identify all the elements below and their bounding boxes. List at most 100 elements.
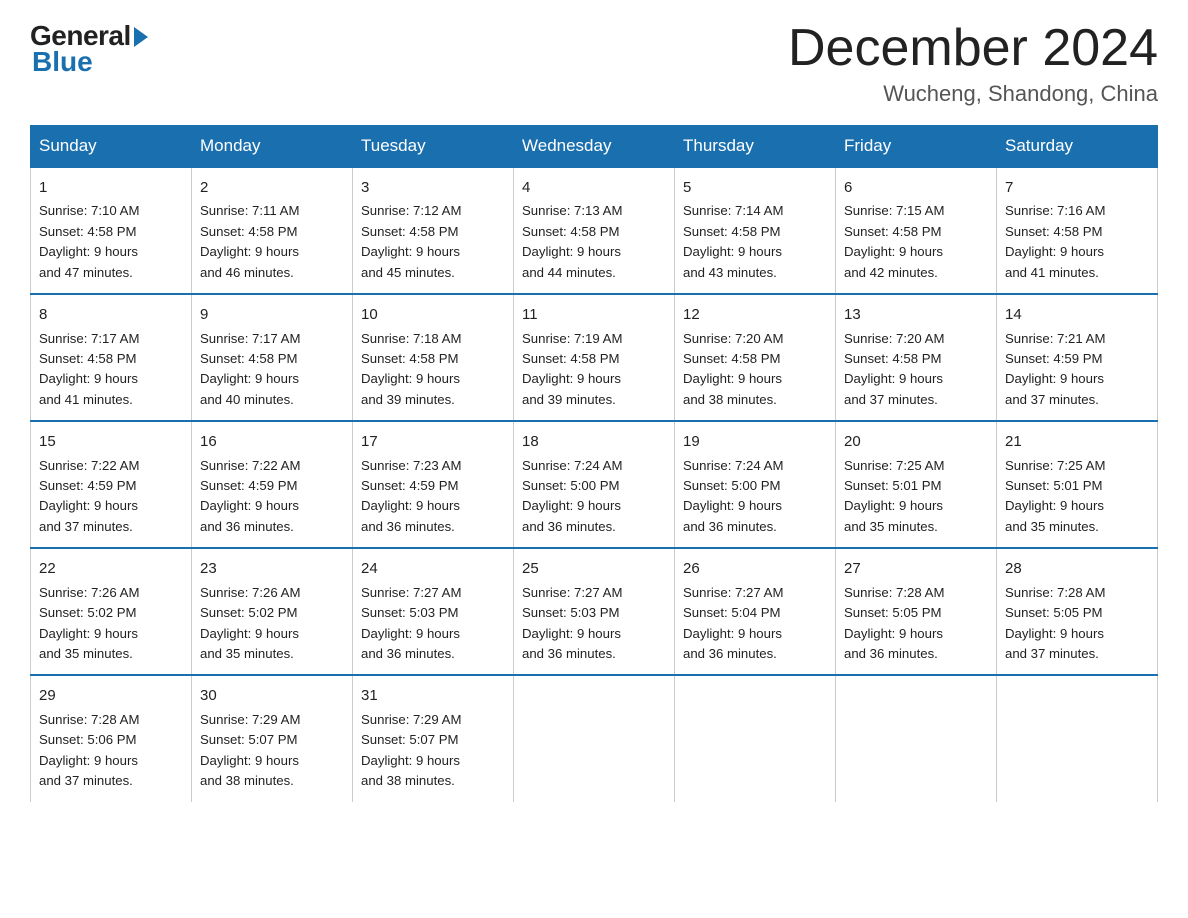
calendar-cell [675,675,836,801]
day-number: 26 [683,557,827,580]
day-info: Sunrise: 7:27 AMSunset: 5:03 PMDaylight:… [522,583,666,665]
calendar-table: SundayMondayTuesdayWednesdayThursdayFrid… [30,125,1158,801]
calendar-cell: 20 Sunrise: 7:25 AMSunset: 5:01 PMDayligh… [836,421,997,548]
calendar-cell: 16Sunrise: 7:22 AMSunset: 4:59 PMDayligh… [192,421,353,548]
day-number: 19 [683,430,827,453]
day-info: Sunrise: 7:23 AMSunset: 4:59 PMDaylight:… [361,456,505,538]
day-number: 2 [200,176,344,199]
header-day-sunday: Sunday [31,126,192,168]
day-info: Sunrise: 7:22 AMSunset: 4:59 PMDaylight:… [200,456,344,538]
day-info: Sunrise: 7:28 AMSunset: 5:05 PMDaylight:… [844,583,988,665]
month-year: December 2024 [788,20,1158,77]
calendar-cell: 24 Sunrise: 7:27 AMSunset: 5:03 PMDayligh… [353,548,514,675]
day-number: 17 [361,430,505,453]
calendar-cell: 28 Sunrise: 7:28 AMSunset: 5:05 PMDayligh… [997,548,1158,675]
calendar-cell: 10 Sunrise: 7:18 AMSunset: 4:58 PMDayligh… [353,294,514,421]
day-number: 15 [39,430,183,453]
day-info: Sunrise: 7:13 AMSunset: 4:58 PMDaylight:… [522,201,666,283]
day-number: 8 [39,303,183,326]
day-info: Sunrise: 7:12 AMSunset: 4:58 PMDaylight:… [361,201,505,283]
day-number: 20 [844,430,988,453]
day-number: 5 [683,176,827,199]
day-info: Sunrise: 7:29 AMSunset: 5:07 PMDaylight:… [200,710,344,792]
day-info: Sunrise: 7:14 AMSunset: 4:58 PMDaylight:… [683,201,827,283]
calendar-cell: 21Sunrise: 7:25 AMSunset: 5:01 PMDayligh… [997,421,1158,548]
calendar-cell: 2Sunrise: 7:11 AMSunset: 4:58 PMDaylight… [192,167,353,294]
day-number: 29 [39,684,183,707]
calendar-cell: 3Sunrise: 7:12 AMSunset: 4:58 PMDaylight… [353,167,514,294]
day-number: 12 [683,303,827,326]
day-info: Sunrise: 7:22 AMSunset: 4:59 PMDaylight:… [39,456,183,538]
day-number: 7 [1005,176,1149,199]
day-number: 13 [844,303,988,326]
calendar-week-2: 8 Sunrise: 7:17 AMSunset: 4:58 PMDaylight… [31,294,1158,421]
day-info: Sunrise: 7:26 AMSunset: 5:02 PMDaylight:… [39,583,183,665]
calendar-cell [836,675,997,801]
calendar-cell: 15 Sunrise: 7:22 AMSunset: 4:59 PMDayligh… [31,421,192,548]
day-info: Sunrise: 7:16 AMSunset: 4:58 PMDaylight:… [1005,201,1149,283]
calendar-cell: 18Sunrise: 7:24 AMSunset: 5:00 PMDayligh… [514,421,675,548]
calendar-cell: 22 Sunrise: 7:26 AMSunset: 5:02 PMDayligh… [31,548,192,675]
day-info: Sunrise: 7:27 AMSunset: 5:04 PMDaylight:… [683,583,827,665]
calendar-cell: 13 Sunrise: 7:20 AMSunset: 4:58 PMDayligh… [836,294,997,421]
calendar-cell: 5Sunrise: 7:14 AMSunset: 4:58 PMDaylight… [675,167,836,294]
calendar-week-1: 1Sunrise: 7:10 AMSunset: 4:58 PMDaylight… [31,167,1158,294]
day-info: Sunrise: 7:25 AMSunset: 5:01 PMDaylight:… [844,456,988,538]
day-number: 23 [200,557,344,580]
calendar-cell: 1Sunrise: 7:10 AMSunset: 4:58 PMDaylight… [31,167,192,294]
day-number: 28 [1005,557,1149,580]
logo-blue: Blue [30,46,93,78]
day-number: 27 [844,557,988,580]
header-day-tuesday: Tuesday [353,126,514,168]
day-info: Sunrise: 7:28 AMSunset: 5:06 PMDaylight:… [39,710,183,792]
day-number: 4 [522,176,666,199]
calendar-cell [514,675,675,801]
day-number: 9 [200,303,344,326]
header-day-friday: Friday [836,126,997,168]
calendar-cell: 7Sunrise: 7:16 AMSunset: 4:58 PMDaylight… [997,167,1158,294]
calendar-cell: 8 Sunrise: 7:17 AMSunset: 4:58 PMDaylight… [31,294,192,421]
calendar-cell: 19 Sunrise: 7:24 AMSunset: 5:00 PMDayligh… [675,421,836,548]
page-header: General Blue December 2024 Wucheng, Shan… [30,20,1158,107]
day-number: 6 [844,176,988,199]
calendar-cell: 9 Sunrise: 7:17 AMSunset: 4:58 PMDaylight… [192,294,353,421]
calendar-week-3: 15 Sunrise: 7:22 AMSunset: 4:59 PMDayligh… [31,421,1158,548]
calendar-week-4: 22 Sunrise: 7:26 AMSunset: 5:02 PMDayligh… [31,548,1158,675]
day-info: Sunrise: 7:15 AMSunset: 4:58 PMDaylight:… [844,201,988,283]
calendar-cell: 23Sunrise: 7:26 AMSunset: 5:02 PMDayligh… [192,548,353,675]
calendar-cell: 25 Sunrise: 7:27 AMSunset: 5:03 PMDayligh… [514,548,675,675]
day-number: 31 [361,684,505,707]
day-number: 22 [39,557,183,580]
calendar-cell: 30Sunrise: 7:29 AMSunset: 5:07 PMDayligh… [192,675,353,801]
day-info: Sunrise: 7:19 AMSunset: 4:58 PMDaylight:… [522,329,666,411]
calendar-cell: 17 Sunrise: 7:23 AMSunset: 4:59 PMDayligh… [353,421,514,548]
day-info: Sunrise: 7:17 AMSunset: 4:58 PMDaylight:… [39,329,183,411]
calendar-week-5: 29 Sunrise: 7:28 AMSunset: 5:06 PMDayligh… [31,675,1158,801]
day-info: Sunrise: 7:20 AMSunset: 4:58 PMDaylight:… [683,329,827,411]
day-info: Sunrise: 7:20 AMSunset: 4:58 PMDaylight:… [844,329,988,411]
day-info: Sunrise: 7:17 AMSunset: 4:58 PMDaylight:… [200,329,344,411]
day-info: Sunrise: 7:10 AMSunset: 4:58 PMDaylight:… [39,201,183,283]
header-day-thursday: Thursday [675,126,836,168]
day-info: Sunrise: 7:24 AMSunset: 5:00 PMDaylight:… [683,456,827,538]
calendar-cell: 14Sunrise: 7:21 AMSunset: 4:59 PMDayligh… [997,294,1158,421]
day-number: 25 [522,557,666,580]
logo: General Blue [30,20,148,78]
header-day-wednesday: Wednesday [514,126,675,168]
calendar-cell: 27 Sunrise: 7:28 AMSunset: 5:05 PMDayligh… [836,548,997,675]
day-number: 10 [361,303,505,326]
day-info: Sunrise: 7:18 AMSunset: 4:58 PMDaylight:… [361,329,505,411]
day-number: 11 [522,303,666,326]
calendar-cell: 26 Sunrise: 7:27 AMSunset: 5:04 PMDayligh… [675,548,836,675]
day-number: 24 [361,557,505,580]
location: Wucheng, Shandong, China [788,81,1158,107]
title-area: December 2024 Wucheng, Shandong, China [788,20,1158,107]
calendar-cell: 31Sunrise: 7:29 AMSunset: 5:07 PMDayligh… [353,675,514,801]
day-info: Sunrise: 7:28 AMSunset: 5:05 PMDaylight:… [1005,583,1149,665]
calendar-cell: 6Sunrise: 7:15 AMSunset: 4:58 PMDaylight… [836,167,997,294]
day-info: Sunrise: 7:27 AMSunset: 5:03 PMDaylight:… [361,583,505,665]
header-day-monday: Monday [192,126,353,168]
day-info: Sunrise: 7:21 AMSunset: 4:59 PMDaylight:… [1005,329,1149,411]
calendar-cell: 12 Sunrise: 7:20 AMSunset: 4:58 PMDayligh… [675,294,836,421]
day-number: 1 [39,176,183,199]
